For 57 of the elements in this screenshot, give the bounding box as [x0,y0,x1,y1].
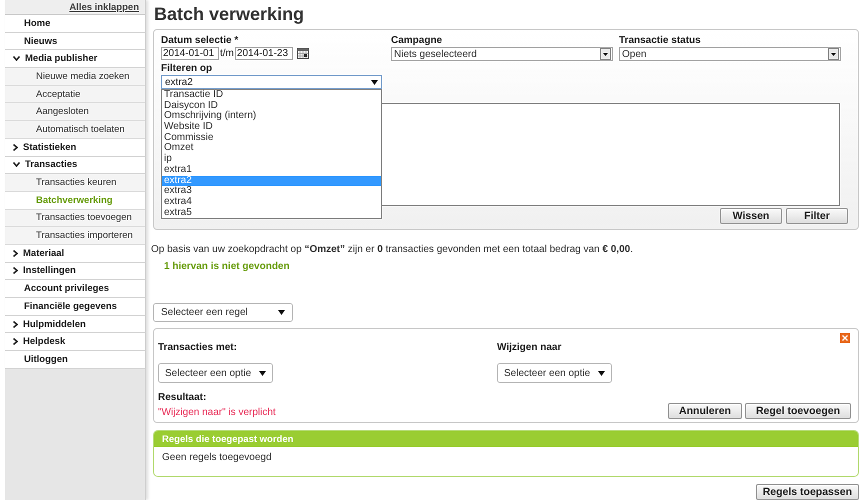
sidebar-item[interactable]: Nieuwe media zoeken [5,68,145,86]
sidebar-item[interactable]: Automatisch toelaten [5,121,145,139]
sidebar-item[interactable]: Acceptatie [5,86,145,104]
rule-panel-button[interactable]: Annuleren [668,403,742,420]
sidebar-item[interactable]: Materiaal [5,244,145,263]
field-label: Wijzigen naar [497,342,562,354]
rule-panel-button[interactable]: Regel toevoegen [744,403,851,420]
field-label: Transactie status [619,35,702,46]
sidebar-item[interactable]: Transacties importeren [5,227,145,245]
filter-select[interactable]: extra2 [161,75,382,89]
sidebar-item[interactable]: Hulpmiddelen [5,316,145,334]
empty-text: Geen regels toegevoegd [161,451,273,466]
apply-rules-button[interactable]: Regels toepassen [756,484,859,500]
option-select[interactable]: Selecteer een optie [158,363,274,384]
dropdown-option[interactable]: extra4 [162,196,381,208]
dropdown-field[interactable]: Open [619,47,841,61]
dropdown-option[interactable]: extra3 [162,186,381,197]
sidebar-item[interactable]: Financiële gegevens [5,298,145,316]
dropdown-option[interactable]: extra5 [162,208,381,218]
dropdown-option[interactable]: Omzet [162,143,381,154]
field-label: Transacties met: [158,342,238,354]
sidebar-item[interactable]: Aangesloten [5,103,145,122]
sidebar-item[interactable]: Media publisher [5,50,145,68]
sidebar-item[interactable]: Statistieken [5,138,145,156]
dropdown-option[interactable]: Transactie ID [162,90,381,101]
date-input[interactable]: 2014-01-01 [161,47,219,60]
dropdown-option[interactable]: Website ID [162,122,381,133]
date-separator: t/m [220,48,234,59]
sidebar-item[interactable]: Transacties keuren [5,174,145,192]
result-label: Resultaat: [158,392,208,404]
option-select[interactable]: Selecteer een optie [497,363,612,384]
dropdown-option[interactable]: Daisycon ID [162,100,381,112]
dropdown-option[interactable]: Commissie [162,132,381,144]
sidebar-item[interactable]: Transacties [5,156,145,174]
rule-select[interactable]: Selecteer een regel [153,303,293,322]
sidebar-item[interactable]: Instellingen [5,262,145,280]
field-label: Filteren op [161,63,214,74]
sidebar-item[interactable]: Home [5,15,145,33]
filter-panel-button[interactable]: Wissen [720,208,782,224]
dropdown-option[interactable]: ip [162,154,381,165]
dropdown-field[interactable]: Niets geselecteerd [391,47,613,61]
panel-header: Regels die toegepast worden [154,431,858,448]
field-label: Campagne [391,35,444,46]
not-found-text: 1 hiervan is niet gevonden [164,261,291,272]
page-title: Batch verwerking [154,4,306,25]
sidebar-item[interactable]: Transacties toevoegen [5,210,145,228]
summary-text: Op basis van uw zoekopdracht op “Omzet” zijn er 0 transacties gevonden met een totaal bedrag van € 0,00. [151,244,634,255]
date-input[interactable]: 2014-01-23 [234,47,293,60]
field-label: Datum selectie * [161,35,240,46]
sidebar-item[interactable]: Uitloggen [5,351,145,369]
sidebar-item[interactable]: Helpdesk [5,333,145,352]
dropdown-option[interactable]: Omschrijving (intern) [162,111,381,122]
filter-panel-button[interactable]: Filter [786,208,848,224]
dropdown-option[interactable]: extra1 [162,164,381,176]
sidebar-item[interactable]: Nieuws [5,32,145,50]
sidebar-item[interactable]: Account privileges [5,280,145,298]
error-text: "Wijzigen naar" is verplicht [158,407,276,418]
